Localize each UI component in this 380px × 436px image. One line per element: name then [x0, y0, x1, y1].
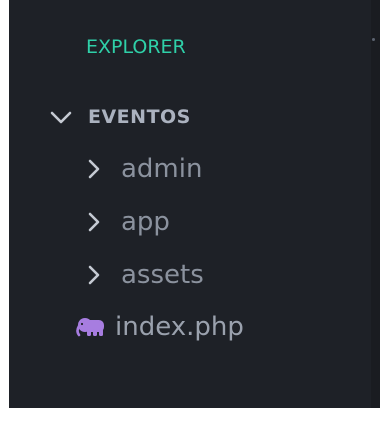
chevron-right-icon [88, 159, 100, 179]
explorer-title: EXPLORER [86, 36, 186, 58]
tree-folder-assets[interactable]: assets [84, 258, 204, 292]
tree-item-label: admin [121, 154, 203, 184]
editor-edge [371, 0, 380, 408]
more-actions-icon[interactable] [372, 38, 375, 41]
chevron-down-icon [50, 111, 72, 124]
tree-folder-app[interactable]: app [84, 205, 170, 239]
tree-item-label: assets [121, 260, 204, 290]
php-elephant-icon [76, 318, 104, 337]
tree-item-label: app [121, 207, 170, 237]
tree-file-index-php[interactable]: index.php [76, 310, 244, 344]
workspace-folder-label: EVENTOS [88, 106, 191, 128]
screenshot-frame: EXPLORER EVENTOS admin app assets index.… [0, 0, 380, 436]
tree-item-label: index.php [115, 312, 244, 342]
explorer-sidebar [9, 0, 371, 408]
workspace-folder-eventos[interactable]: EVENTOS [48, 100, 191, 134]
chevron-right-icon [88, 212, 100, 232]
tree-folder-admin[interactable]: admin [84, 152, 202, 186]
chevron-right-icon [88, 265, 100, 285]
